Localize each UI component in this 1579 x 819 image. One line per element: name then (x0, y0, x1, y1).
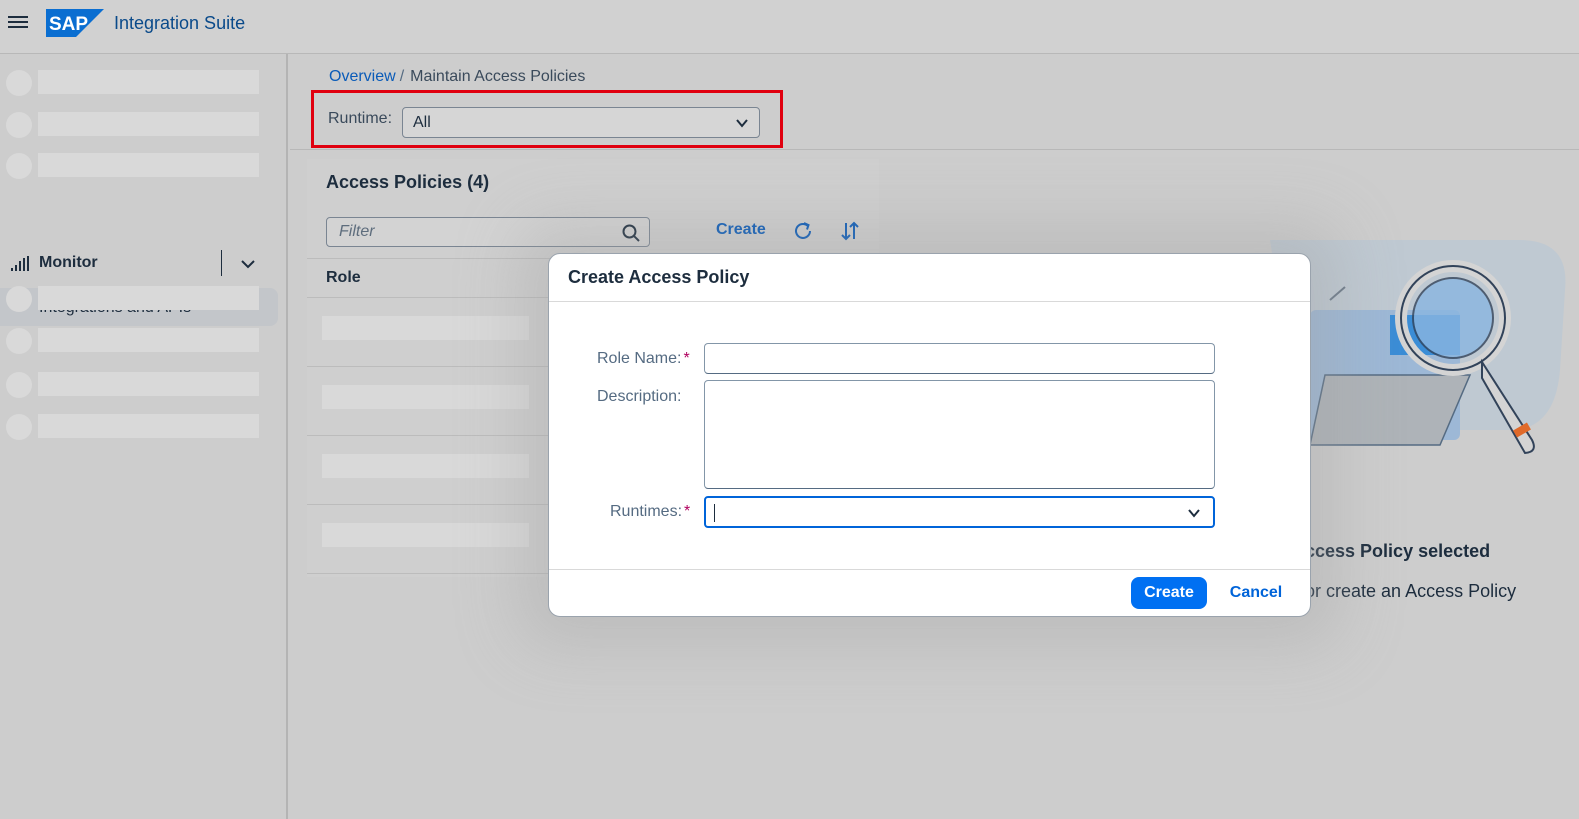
menu-icon[interactable] (8, 13, 28, 33)
search-icon[interactable] (622, 224, 640, 242)
runtime-select-value: All (413, 114, 431, 131)
role-name-label: Role Name: * (597, 350, 690, 367)
refresh-icon[interactable] (792, 220, 814, 242)
runtime-select[interactable]: All (402, 107, 760, 138)
create-button[interactable]: Create (1131, 577, 1207, 609)
empty-state-subtitle: or create an Access Policy (1305, 581, 1517, 601)
breadcrumb-separator: / (399, 68, 405, 85)
filter-placeholder: Filter (339, 223, 375, 240)
svg-text:SAP: SAP (49, 14, 88, 35)
separator (221, 250, 222, 276)
column-role: Role (326, 269, 361, 286)
empty-state-title: ccess Policy selected (1305, 541, 1491, 561)
divider (549, 301, 1310, 302)
filter-input[interactable]: Filter (326, 217, 650, 247)
nav-item-monitor[interactable]: Monitor (0, 246, 288, 282)
monitor-label: Monitor (39, 254, 98, 271)
no-selection-illustration (1270, 240, 1566, 455)
cancel-button[interactable]: Cancel (1221, 577, 1291, 609)
dialog-title: Create Access Policy (568, 267, 750, 287)
shell-bar: SAP Integration Suite (0, 0, 1579, 54)
sap-logo: SAP (46, 9, 104, 37)
page-header: Overview / Maintain Access Policies Runtim… (290, 55, 1579, 150)
breadcrumb-overview-link[interactable]: Overview (329, 68, 396, 85)
list-title: Access Policies (4) (326, 172, 490, 192)
monitor-icon (11, 256, 29, 271)
text-cursor (714, 504, 715, 522)
create-access-policy-dialog: Create Access Policy Role Name: * Descrip… (548, 253, 1311, 617)
chevron-down-icon[interactable] (240, 256, 256, 272)
chevron-down-icon[interactable] (1187, 506, 1201, 520)
runtimes-select[interactable] (704, 496, 1215, 528)
sort-icon[interactable] (839, 220, 861, 242)
breadcrumb-current: Maintain Access Policies (410, 68, 586, 85)
description-textarea[interactable] (704, 380, 1215, 489)
create-button[interactable]: Create (716, 221, 766, 239)
runtime-filter-highlight: Runtime: All (311, 90, 783, 148)
chevron-down-icon (736, 119, 748, 128)
product-name[interactable]: Integration Suite (114, 13, 245, 34)
divider (549, 569, 1310, 570)
description-label: Description: (597, 388, 682, 405)
runtime-label: Runtime: (328, 110, 393, 127)
breadcrumb: Overview / Maintain Access Policies (329, 68, 585, 86)
side-navigation: Monitor Integrations and APIs (0, 54, 288, 819)
runtimes-label: Runtimes: * (610, 503, 691, 520)
role-name-input[interactable] (704, 343, 1215, 374)
